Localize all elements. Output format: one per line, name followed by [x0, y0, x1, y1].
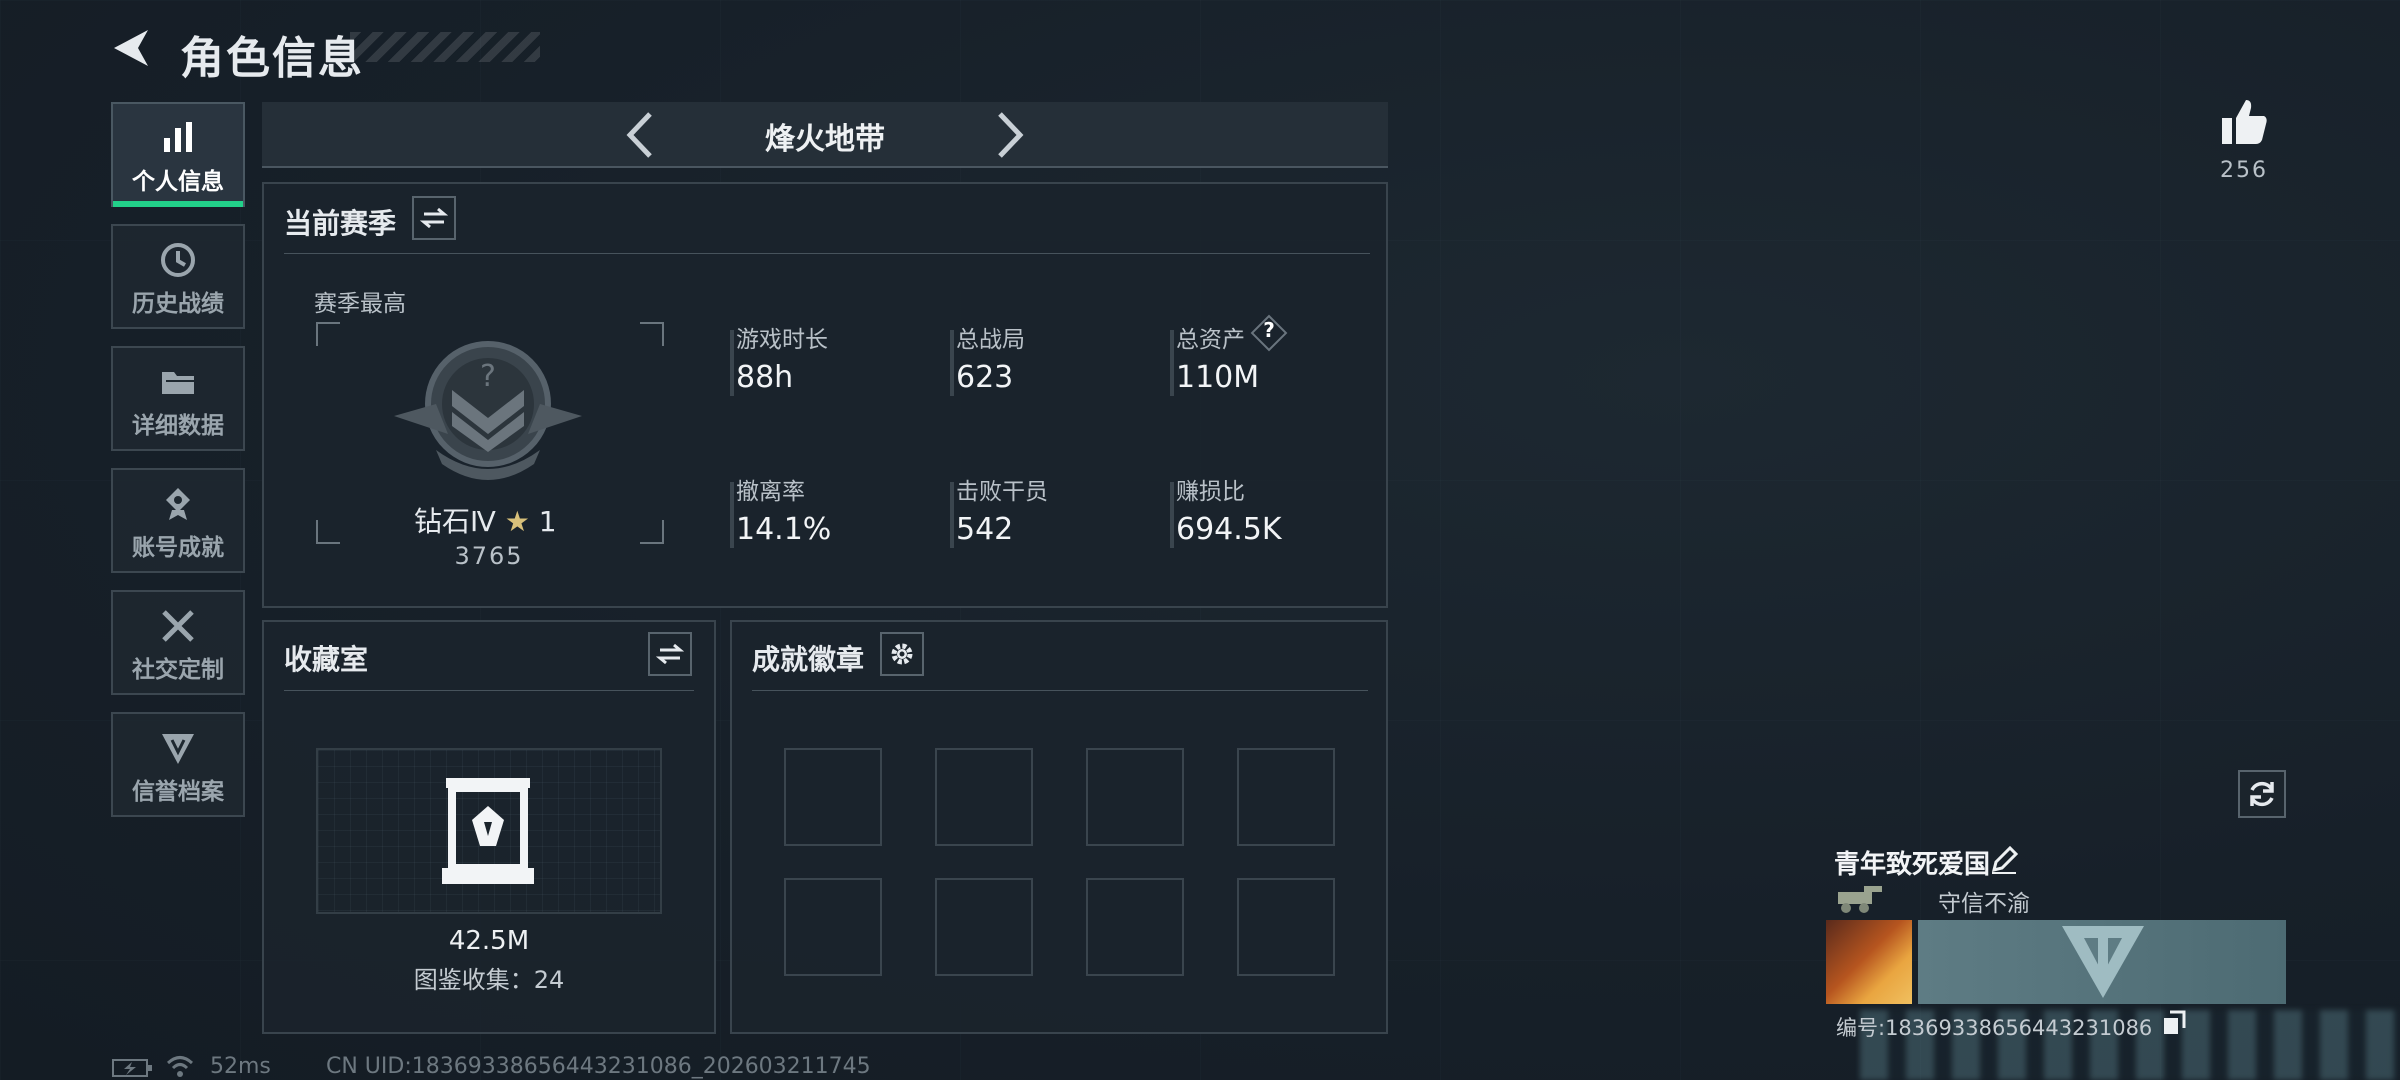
badge-slot[interactable]	[1086, 748, 1184, 846]
tools-icon	[162, 610, 194, 642]
stat-value-total-matches: 623	[956, 360, 1014, 395]
stat-label-profit-ratio: 赚损比	[1176, 479, 1245, 505]
season-best-label: 赛季最高	[314, 291, 406, 317]
title-emblem-icon	[1838, 886, 1882, 913]
edit-pencil-icon[interactable]	[1990, 846, 2018, 874]
display-case-icon	[442, 778, 534, 884]
sidebar-item-social[interactable]: 社交定制	[111, 590, 245, 695]
chevron-left-icon[interactable]	[622, 110, 656, 160]
stat-divider	[1170, 330, 1174, 396]
sidebar-item-label: 账号成就	[132, 535, 224, 561]
sidebar-item-achievements[interactable]: 账号成就	[111, 468, 245, 573]
battery-icon	[112, 1059, 152, 1077]
stat-label-play-time: 游戏时长	[736, 327, 828, 353]
badge-slot[interactable]	[1086, 878, 1184, 976]
sidebar-item-label: 个人信息	[132, 169, 224, 195]
gear-icon	[891, 643, 913, 665]
stat-value-play-time: 88h	[736, 360, 794, 395]
rank-name-text: 钻石Ⅳ	[414, 505, 496, 538]
stat-divider	[730, 330, 734, 396]
sidebar-item-personal-info[interactable]: 个人信息	[111, 102, 245, 207]
rank-emblem-icon: ?	[394, 341, 582, 480]
title-decoration	[350, 32, 540, 62]
frame-corner	[316, 520, 340, 544]
badge-slot[interactable]	[935, 748, 1033, 846]
rank-name: 钻石Ⅳ ★ 1	[414, 500, 557, 540]
collection-title: 收藏室	[284, 643, 369, 676]
stat-divider	[950, 330, 954, 396]
season-title: 当前赛季	[284, 207, 397, 240]
player-motto: 守信不渝	[1938, 891, 2030, 917]
player-id: 编号:18369338656443231086	[1836, 1016, 2153, 1040]
stat-divider	[1170, 482, 1174, 548]
mode-name: 烽火地带	[765, 122, 885, 157]
stat-label-kills: 击败干员	[956, 479, 1048, 505]
chevron-right-icon[interactable]	[994, 110, 1028, 160]
badges-settings-button[interactable]	[880, 632, 924, 676]
sidebar-item-credit[interactable]: 信誉档案	[111, 712, 245, 817]
folder-icon	[162, 372, 194, 394]
history-icon	[161, 243, 195, 277]
badge-slot[interactable]	[935, 878, 1033, 976]
stat-label-total-assets: 总资产	[1176, 327, 1245, 353]
like-count: 256	[2220, 158, 2268, 183]
badge-slot[interactable]	[784, 878, 882, 976]
badge-slot[interactable]	[784, 748, 882, 846]
sidebar-item-label: 详细数据	[132, 413, 224, 439]
divider	[752, 690, 1368, 691]
stat-label-total-matches: 总战局	[956, 327, 1025, 353]
refresh-icon	[2250, 781, 2274, 807]
rank-stars: 1	[538, 505, 557, 538]
swap-icon	[656, 643, 684, 665]
sidebar-item-details[interactable]: 详细数据	[111, 346, 245, 451]
stat-divider	[730, 482, 734, 548]
bar-chart-icon	[164, 122, 192, 152]
credit-icon	[162, 734, 194, 764]
sidebar-item-label: 历史战绩	[132, 291, 224, 317]
stat-value-kills: 542	[956, 512, 1014, 547]
frame-corner	[316, 322, 340, 346]
stat-value-total-assets: 110M	[1176, 360, 1260, 395]
ping-value: 52ms	[210, 1054, 271, 1079]
collection-value: 42.5M	[448, 926, 530, 956]
collection-count: 图鉴收集：24	[413, 966, 565, 994]
badge-slot[interactable]	[1237, 748, 1335, 846]
frame-corner	[640, 322, 664, 346]
star-icon: ★	[504, 505, 530, 538]
sidebar-item-label: 信誉档案	[132, 779, 224, 805]
help-icon[interactable]: ?	[1256, 318, 1282, 342]
season-switch-button[interactable]	[412, 196, 456, 240]
sidebar-item-label: 社交定制	[132, 657, 224, 683]
frame-corner	[640, 520, 664, 544]
copy-icon[interactable]	[2162, 1010, 2186, 1036]
back-arrow-icon[interactable]	[108, 26, 152, 70]
badge-slot[interactable]	[1237, 878, 1335, 976]
achievement-icon	[166, 488, 190, 520]
page-title: 角色信息	[180, 33, 364, 84]
badges-title: 成就徽章	[752, 643, 865, 676]
thumbs-up-icon[interactable]	[2218, 96, 2270, 148]
divider	[284, 690, 694, 691]
stat-value-profit-ratio: 694.5K	[1176, 512, 1282, 547]
svg-text:?: ?	[480, 359, 496, 394]
rank-score: 3765	[454, 542, 524, 570]
player-banner	[1918, 920, 2286, 1004]
divider	[284, 253, 1370, 254]
player-name: 青年致死爱国	[1834, 850, 1991, 880]
banner-logo-icon	[2062, 926, 2144, 998]
refresh-button[interactable]	[2238, 770, 2286, 818]
collection-switch-button[interactable]	[648, 632, 692, 676]
stat-label-extraction-rate: 撤离率	[736, 479, 805, 505]
stat-value-extraction-rate: 14.1%	[736, 512, 832, 547]
footer-uid: CN UID:18369338656443231086_202603211745	[326, 1054, 871, 1079]
sidebar-item-history[interactable]: 历史战绩	[111, 224, 245, 329]
swap-icon	[420, 207, 448, 229]
avatar[interactable]	[1826, 920, 1912, 1004]
stat-divider	[950, 482, 954, 548]
wifi-icon	[166, 1056, 194, 1077]
